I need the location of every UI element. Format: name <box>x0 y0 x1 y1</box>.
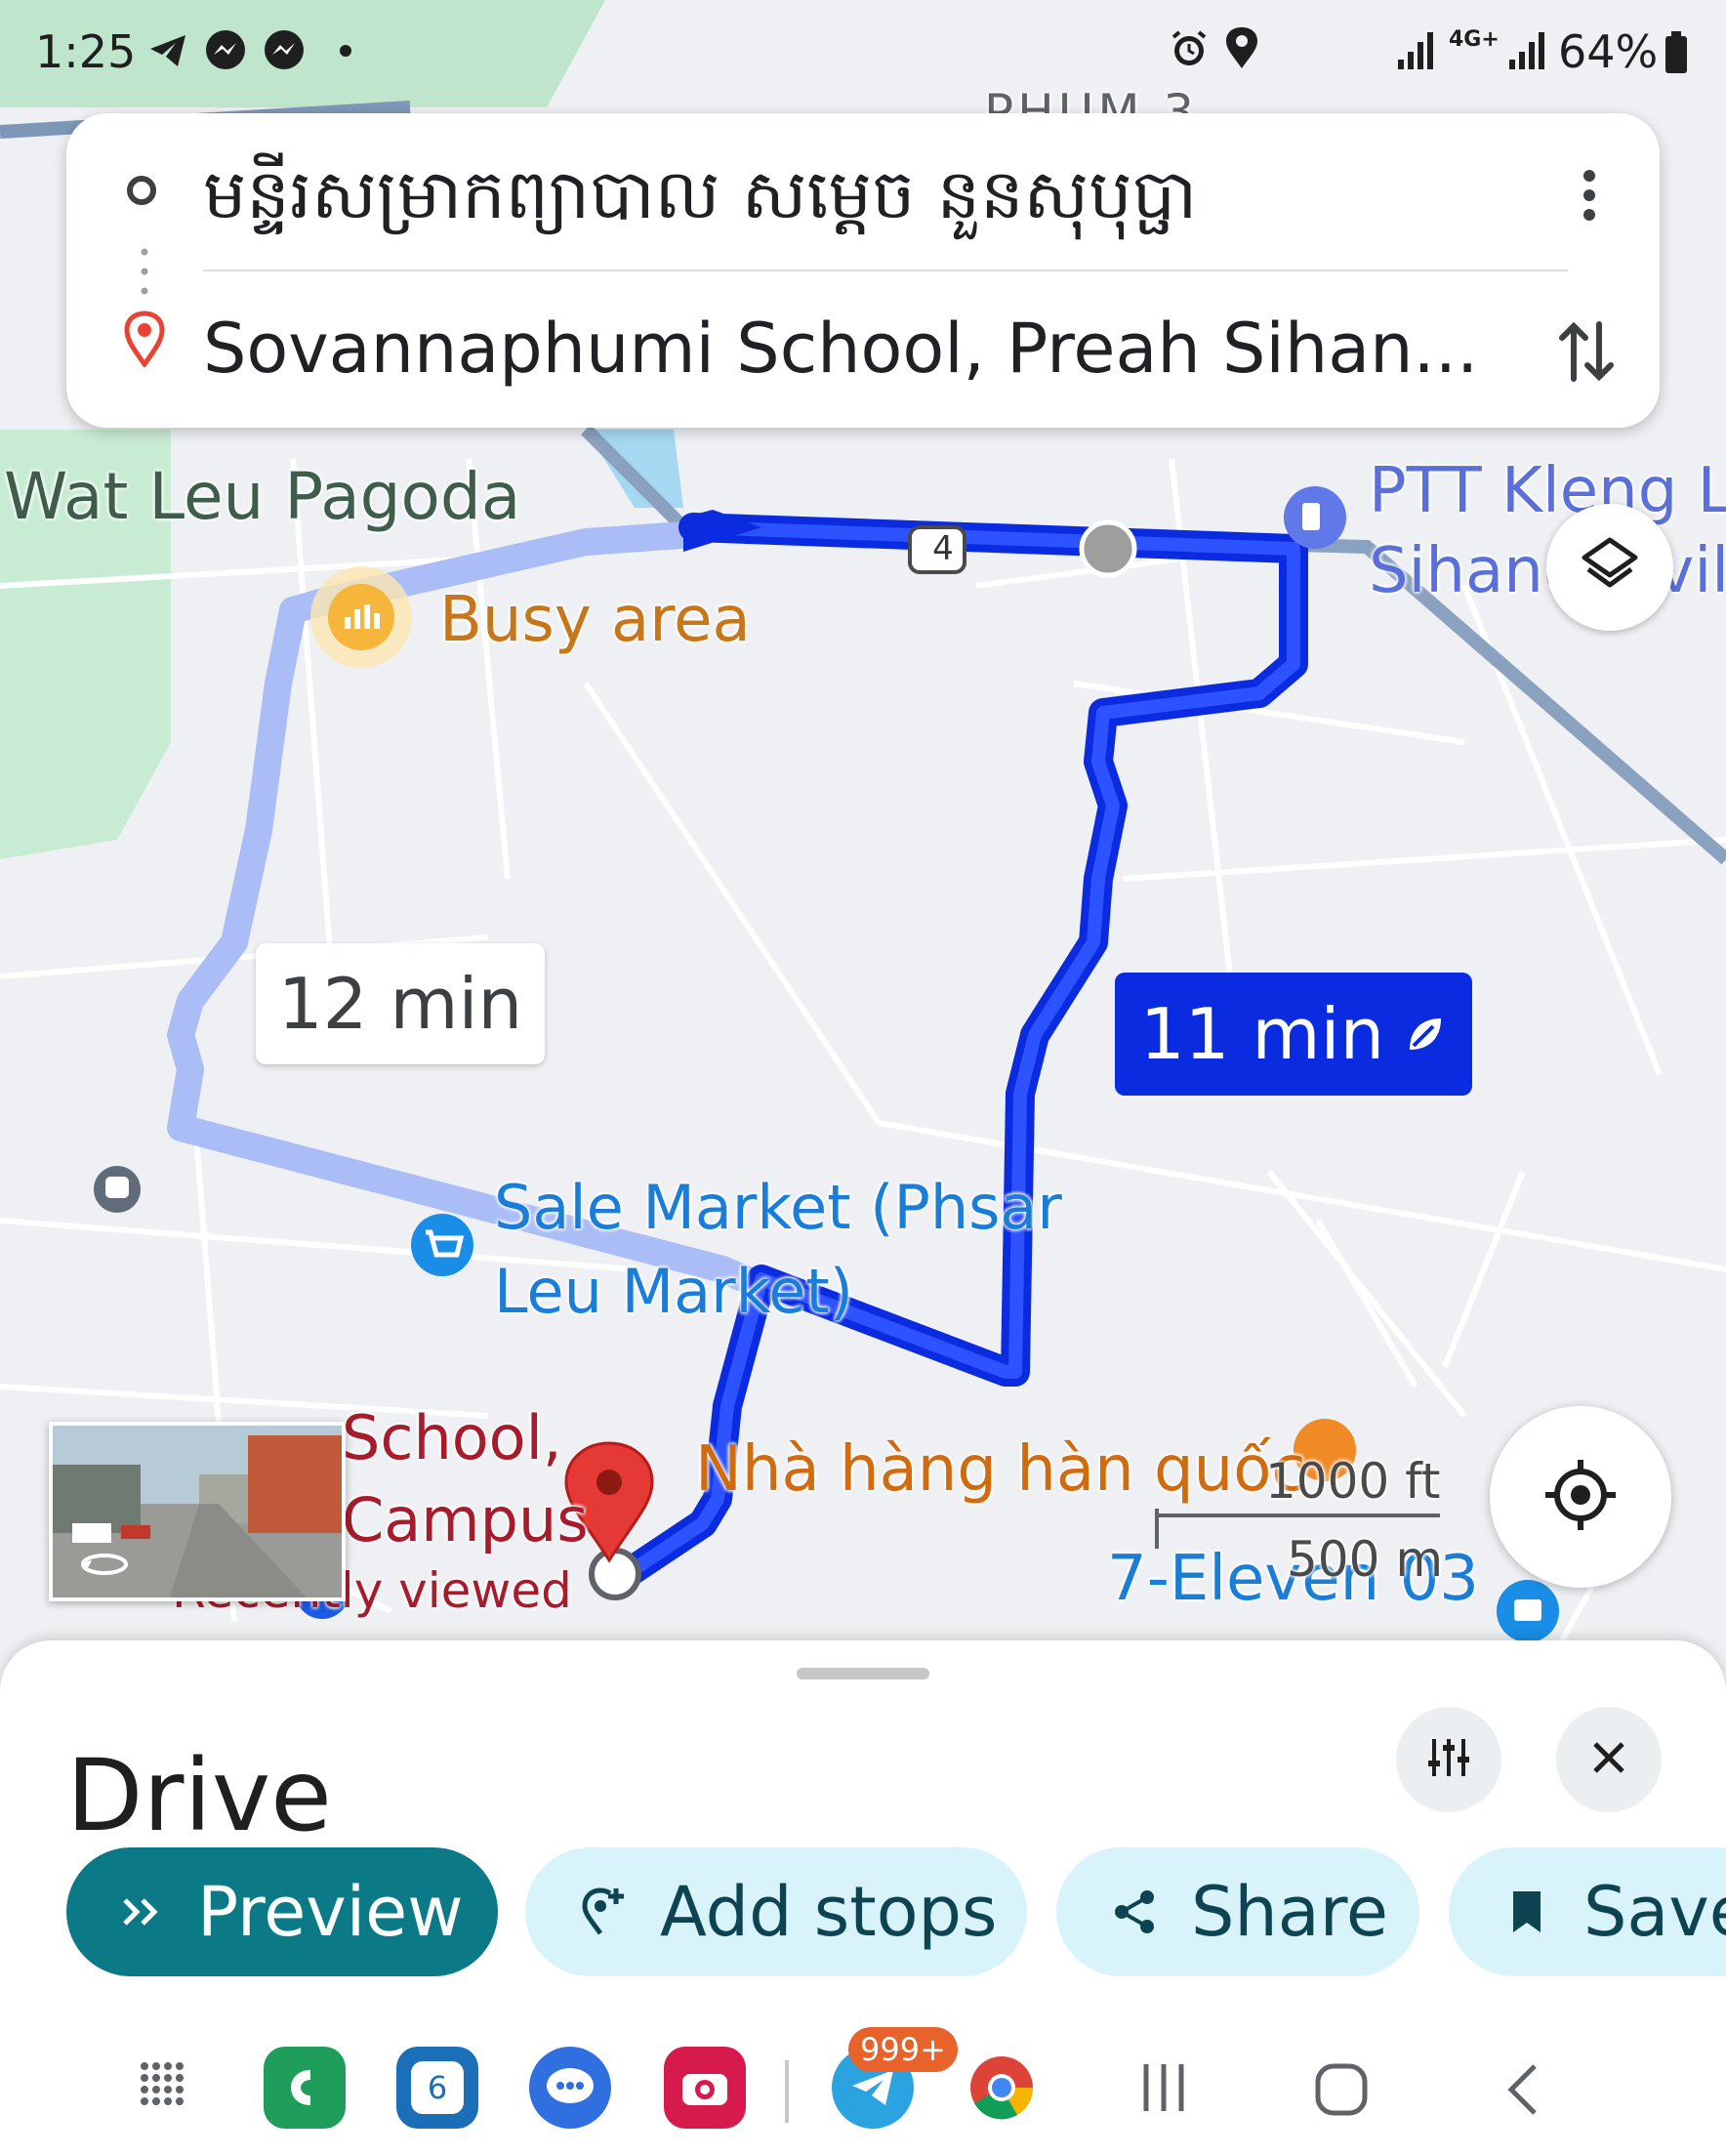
phone-app-icon[interactable] <box>264 2047 346 2129</box>
location-icon <box>1222 25 1261 81</box>
share-label: Share <box>1191 1872 1389 1952</box>
divider <box>203 270 1568 271</box>
my-location-button[interactable] <box>1490 1406 1671 1588</box>
directions-card: មន្ទីរសម្រាកព្យាបាល សម្តេច នួនសុបុប្ផា S… <box>66 113 1660 428</box>
primary-route-time-label: 11 min <box>1139 993 1385 1075</box>
add-stops-button[interactable]: Add stops <box>525 1847 1027 1976</box>
recents-icon[interactable] <box>1138 2060 1189 2119</box>
origin-field[interactable]: មន្ទីរសម្រាកព្យាបាល សម្តេច នួនសុបុប្ផា <box>203 152 1550 252</box>
share-button[interactable]: Share <box>1056 1847 1419 1976</box>
messages-app-icon[interactable] <box>529 2047 611 2129</box>
battery-percent: 64% <box>1558 25 1659 78</box>
destination-row[interactable]: Sovannaphumi School, Preah Sihan... <box>66 281 1660 418</box>
battery-icon <box>1664 31 1689 85</box>
alt-route-time[interactable]: 12 min <box>256 943 545 1064</box>
calendar-app-icon[interactable]: 6 <box>396 2047 478 2129</box>
eco-leaf-icon <box>1404 1013 1447 1056</box>
map-label-busy-area[interactable]: Busy area <box>439 584 751 656</box>
back-icon[interactable] <box>1503 2060 1542 2123</box>
home-icon[interactable] <box>1314 2062 1369 2121</box>
layers-button[interactable] <box>1546 504 1673 631</box>
clock: 1:25 <box>35 25 137 78</box>
map-label-school-line1[interactable]: School, <box>342 1402 562 1473</box>
tune-icon <box>1424 1733 1473 1786</box>
close-icon <box>1589 1738 1628 1781</box>
mode-title: Drive <box>66 1738 332 1854</box>
save-button[interactable]: Save <box>1449 1847 1726 1976</box>
map-label-wat-leu[interactable]: Wat Leu Pagoda <box>4 459 520 534</box>
map-label-sale-market-line2[interactable]: Leu Market) <box>494 1256 853 1327</box>
road-shield-number: 4 <box>932 529 954 568</box>
save-label: Save <box>1583 1872 1726 1952</box>
layers-icon <box>1579 534 1641 601</box>
origin-row[interactable]: មន្ទីរសម្រាកព្យាបាល សម្តេច នួនសុបុប្ផា <box>66 125 1660 262</box>
preview-button[interactable]: Preview <box>66 1847 498 1976</box>
map-label-restaurant[interactable]: Nhà hàng hàn quốc <box>695 1433 1306 1506</box>
taskbar-divider <box>785 2060 789 2123</box>
dot-icon <box>340 45 351 57</box>
chrome-app-icon[interactable] <box>961 2047 1043 2129</box>
camera-app-icon[interactable] <box>664 2047 746 2129</box>
network-type: 4G+ <box>1449 27 1500 52</box>
origin-circle-icon <box>127 176 156 205</box>
share-icon <box>1095 1887 1173 1936</box>
double-chevron-icon <box>102 1894 180 1929</box>
telegram-badge: 999+ <box>848 2027 958 2072</box>
scale-imperial: 1000 ft <box>1265 1453 1441 1510</box>
messenger-icon <box>203 27 248 83</box>
alt-route-time-label: 12 min <box>277 963 523 1045</box>
signal-icon <box>1507 29 1550 82</box>
preview-label: Preview <box>197 1872 464 1952</box>
scale-metric: 500 m <box>1287 1531 1444 1588</box>
messenger-icon <box>262 27 307 83</box>
add-stops-label: Add stops <box>660 1872 998 1952</box>
more-options-icon[interactable] <box>1570 166 1609 228</box>
status-bar: 1:25 4G+ 64% <box>0 0 1726 98</box>
add-location-icon <box>564 1885 642 1939</box>
signal-icon <box>1396 29 1439 82</box>
bookmark-icon <box>1488 1887 1566 1936</box>
calendar-day: 6 <box>411 2061 464 2114</box>
telegram-icon <box>146 29 189 83</box>
map-label-ptt-line1[interactable]: PTT Kleng Lu <box>1369 455 1726 527</box>
street-view-thumbnail[interactable] <box>49 1422 346 1601</box>
crosshair-icon <box>1541 1456 1620 1538</box>
map-label-school-line2[interactable]: Campus <box>342 1484 589 1555</box>
destination-pin-icon <box>123 311 166 371</box>
close-button[interactable] <box>1556 1707 1662 1812</box>
apps-grid-icon[interactable] <box>137 2058 187 2113</box>
sheet-drag-handle[interactable] <box>797 1668 929 1679</box>
swap-directions-icon[interactable] <box>1552 316 1621 391</box>
rotate-360-icon <box>78 1549 131 1582</box>
route-options-button[interactable] <box>1396 1707 1501 1812</box>
alarm-icon <box>1168 27 1211 81</box>
map-label-sale-market-line1[interactable]: Sale Market (Phsar <box>494 1172 1062 1243</box>
primary-route-time[interactable]: 11 min <box>1115 973 1472 1096</box>
destination-field[interactable]: Sovannaphumi School, Preah Sihan... <box>203 309 1550 389</box>
